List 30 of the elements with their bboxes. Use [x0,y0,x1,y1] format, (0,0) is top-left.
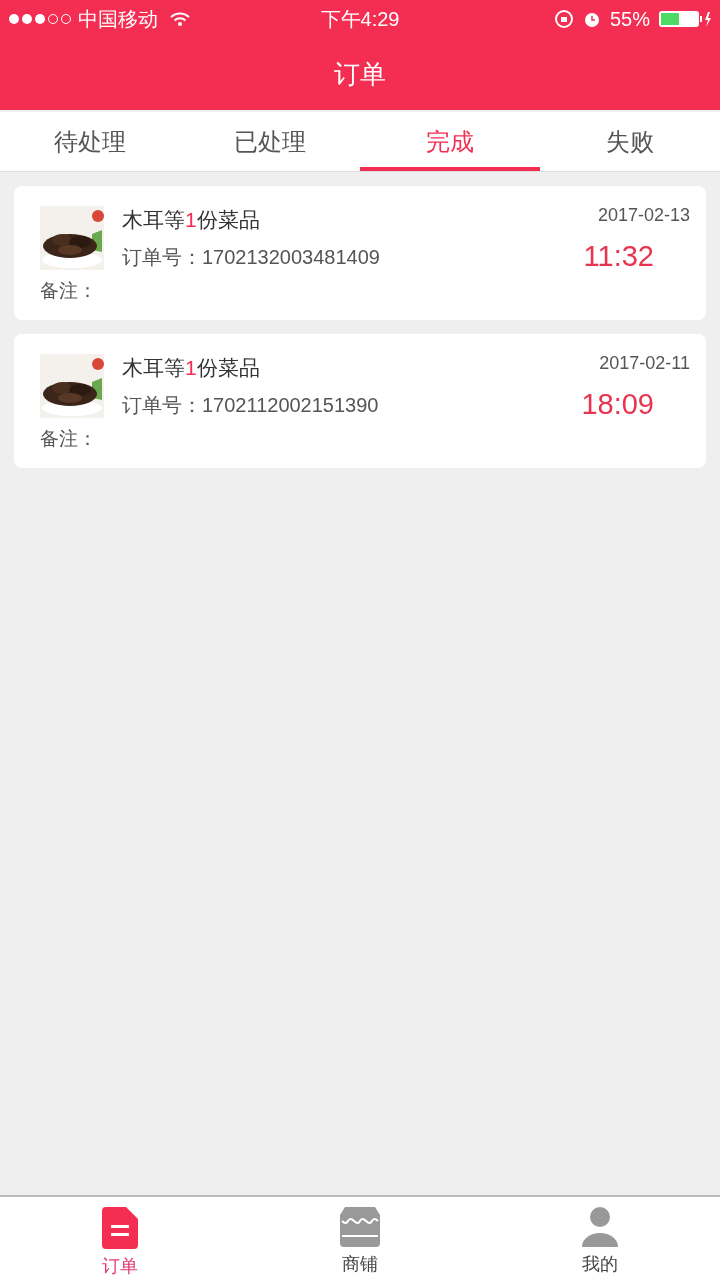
store-icon [340,1207,380,1247]
tab-bar-item[interactable]: 订单 [0,1197,240,1280]
order-number: 1702132003481409 [202,245,380,270]
document-icon [102,1207,138,1249]
order-date: 2017-02-13 [597,204,690,227]
battery-icon [658,10,712,28]
order-title: 木耳等1份菜品 [122,207,261,233]
status-time: 下午4:29 [320,7,400,32]
tab[interactable]: 待处理 [0,112,180,171]
note-label: 备注： [40,426,98,451]
tab[interactable]: 已处理 [180,112,360,171]
order-time: 11:32 [583,239,654,274]
wifi-icon [170,12,190,26]
tab-bar-item[interactable]: 商铺 [240,1197,480,1280]
rotation-lock-icon [553,9,574,29]
order-date: 2017-02-11 [599,352,690,375]
signal-icon [8,13,74,25]
page-title: 订单 [334,57,386,91]
order-time: 18:09 [581,387,654,422]
order-number-label: 订单号： [122,245,202,270]
note-label: 备注： [40,278,98,303]
tab[interactable]: 完成 [360,112,540,171]
order-title: 木耳等1份菜品 [122,355,261,381]
tab-bar-item[interactable]: 我的 [480,1197,720,1280]
carrier-name: 中国移动 [78,7,158,32]
person-icon [580,1207,620,1247]
order-number: 1702112002151390 [202,393,379,418]
battery-percent: 55% [609,7,650,32]
order-number-label: 订单号： [122,393,202,418]
tab[interactable]: 失败 [540,112,720,171]
